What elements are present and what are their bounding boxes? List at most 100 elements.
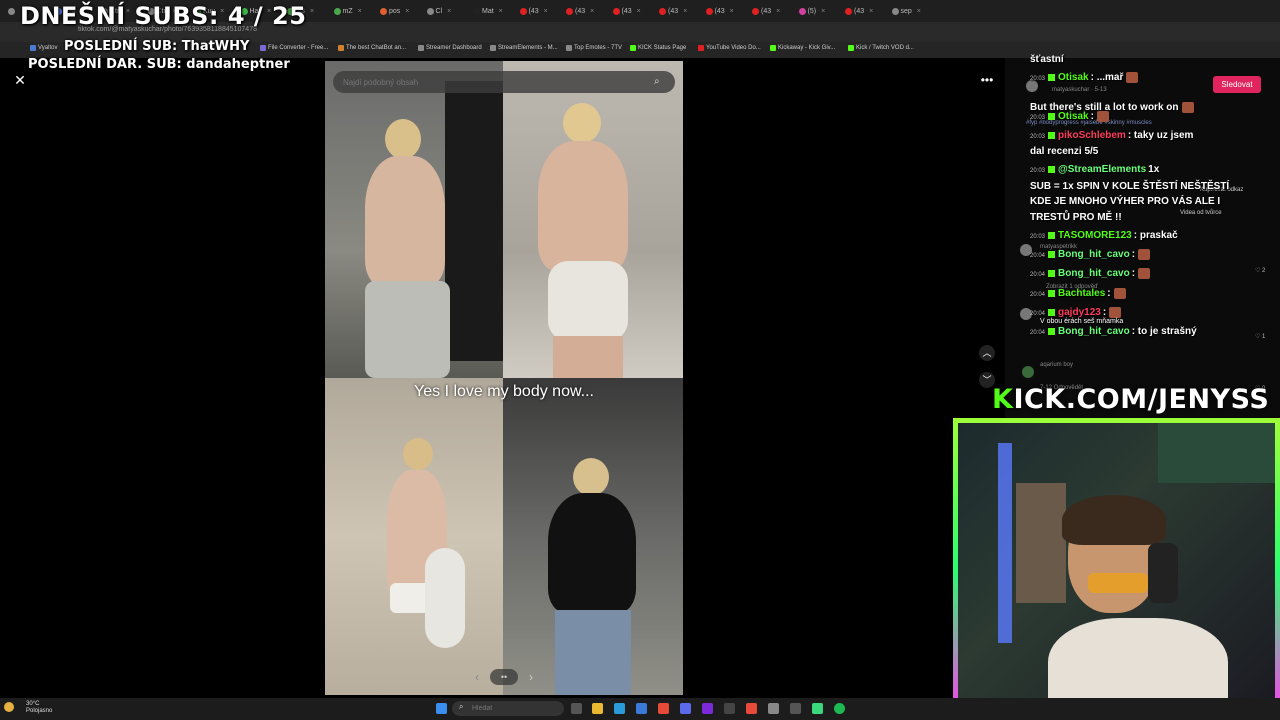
emote-icon (1126, 72, 1139, 83)
tab-label: (5) (807, 7, 817, 15)
task-view-icon[interactable] (571, 703, 582, 714)
chat-username[interactable]: Otisak (1058, 72, 1089, 83)
chat-timestamp: 20:03 (1030, 168, 1046, 174)
weather-widget[interactable]: 30°C Polojasno (26, 701, 52, 715)
chrome-icon[interactable] (746, 703, 757, 714)
chat-username[interactable]: @StreamElements (1058, 164, 1146, 175)
close-tab-icon[interactable]: × (821, 8, 825, 15)
bookmark-item[interactable]: Streamer Dashboard (418, 45, 482, 51)
browser-tab[interactable]: (43 × (752, 3, 796, 19)
close-tab-icon[interactable]: × (447, 8, 451, 15)
tab-label: (43 (621, 7, 632, 15)
next-photo-button[interactable]: › (524, 670, 538, 684)
discord-icon[interactable] (680, 703, 691, 714)
obs-icon[interactable] (768, 703, 779, 714)
browser-tab[interactable]: mZ × (333, 3, 378, 19)
close-tab-icon[interactable]: × (637, 8, 641, 15)
photo-pagination-dots[interactable]: •• (490, 669, 518, 685)
similar-content-search-input[interactable] (333, 71, 675, 93)
chat-username[interactable]: Otisak (1058, 111, 1089, 122)
bookmark-item[interactable]: StreamElements - M... (490, 45, 558, 51)
bookmark-item[interactable]: The best ChatBot an... (338, 45, 406, 51)
browser-tab[interactable]: (43 × (705, 3, 750, 19)
browser-tab[interactable]: (43 × (519, 3, 564, 19)
follow-button[interactable]: Sledovat (1213, 76, 1261, 93)
close-tab-icon[interactable]: × (310, 8, 314, 15)
close-tab-icon[interactable]: × (869, 8, 873, 15)
browser-tab[interactable]: (5) × (798, 3, 843, 19)
browser-tab[interactable]: pos × (380, 3, 424, 19)
emote-icon (1181, 102, 1194, 113)
browser-tab[interactable]: (43 × (659, 3, 703, 19)
chat-username[interactable]: Bong_hit_cavo (1058, 268, 1130, 279)
like-count[interactable]: ♡ 1 (1255, 333, 1265, 340)
bookmark-item[interactable]: Vyaltov (30, 45, 57, 51)
file-explorer-icon[interactable] (592, 703, 603, 714)
kick-badge-icon (1048, 131, 1056, 139)
creator-videos-tab[interactable]: Videa od tvůrce (1180, 210, 1222, 216)
close-tab-icon[interactable]: × (776, 8, 780, 15)
app-icon[interactable] (812, 703, 823, 714)
tab-favicon-icon (333, 7, 341, 15)
chat-timestamp: 20:04 (1030, 272, 1046, 279)
bookmark-item[interactable]: Kick / Twitch VOD d... (848, 45, 914, 51)
chat-username[interactable]: pikoSchlebem (1058, 130, 1126, 141)
close-tab-icon[interactable]: × (358, 8, 362, 15)
bookmark-icon (260, 45, 266, 51)
chrome-icon[interactable] (658, 703, 669, 714)
close-tab-icon[interactable]: × (917, 8, 921, 15)
tab-label: (43 (668, 7, 679, 15)
search-icon[interactable]: ⌕ (654, 76, 666, 88)
close-tab-icon[interactable]: × (405, 8, 409, 15)
tab-label: (43 (761, 7, 772, 15)
chat-message: 20:04 gajdy123: (1030, 307, 1122, 318)
bookmark-item[interactable]: KICK Status Page (630, 45, 686, 51)
chat-username[interactable]: TASOMORE123 (1058, 230, 1132, 241)
weather-icon[interactable] (4, 702, 14, 712)
browser-tab[interactable]: Mat × (473, 3, 517, 19)
chat-message: KDE JE MNOHO VÝHER PRO VÁS ALE I (1030, 196, 1220, 207)
chat-message-text: : (1131, 268, 1136, 280)
browser-tab[interactable]: (43 × (566, 3, 610, 19)
close-tab-icon[interactable]: × (730, 8, 734, 15)
avatar[interactable] (1022, 366, 1034, 378)
tiktok-photo[interactable] (325, 61, 683, 695)
browser-tab[interactable]: Cl × (426, 3, 471, 19)
previous-photo-button[interactable]: ‹ (470, 670, 484, 684)
close-tab-icon[interactable]: × (683, 8, 687, 15)
edge-icon[interactable] (614, 703, 625, 714)
taskbar-search-input[interactable] (452, 701, 564, 716)
close-tab-icon[interactable]: × (544, 8, 548, 15)
close-tab-icon[interactable]: × (590, 8, 594, 15)
app-icon[interactable] (702, 703, 713, 714)
mail-icon[interactable] (636, 703, 647, 714)
tab-favicon-icon (752, 7, 759, 15)
chat-message: 20:03 Otisak: (1030, 111, 1109, 122)
chat-message-text: : (1107, 288, 1111, 300)
browser-tab[interactable]: (43 × (612, 3, 657, 19)
bookmark-label: The best ChatBot an... (346, 45, 407, 51)
chat-username[interactable]: gajdy123 (1058, 307, 1101, 318)
app-icon[interactable] (724, 703, 735, 714)
like-count[interactable]: ♡ 2 (1255, 267, 1265, 274)
browser-tab[interactable]: sep × (891, 3, 936, 19)
spotify-icon[interactable] (834, 703, 845, 714)
chat-username[interactable]: Bachtales (1058, 288, 1105, 299)
chat-username[interactable]: Bong_hit_cavo (1058, 326, 1130, 337)
app-icon[interactable] (790, 703, 801, 714)
browser-tab[interactable]: (43 × (845, 3, 889, 19)
tab-favicon-icon (473, 7, 480, 15)
chat-timestamp: 20:04 (1030, 311, 1046, 318)
close-tab-icon[interactable]: × (499, 8, 503, 15)
tab-favicon-icon (566, 7, 573, 15)
bookmark-item[interactable]: File Converter - Free... (260, 45, 328, 51)
previous-post-button[interactable]: ︿ (979, 345, 995, 361)
bookmark-item[interactable]: Kickaway - Kick Giv... (770, 45, 835, 51)
tab-favicon-icon (426, 7, 434, 15)
more-options-icon[interactable]: ••• (979, 73, 995, 87)
bookmark-item[interactable]: Top Emotes - 7TV (566, 45, 622, 51)
chat-username[interactable]: Bong_hit_cavo (1058, 249, 1130, 260)
bookmark-item[interactable]: YouTube Video Do... (698, 45, 761, 51)
close-icon[interactable]: ✕ (12, 72, 28, 88)
start-menu-icon[interactable] (436, 703, 447, 714)
